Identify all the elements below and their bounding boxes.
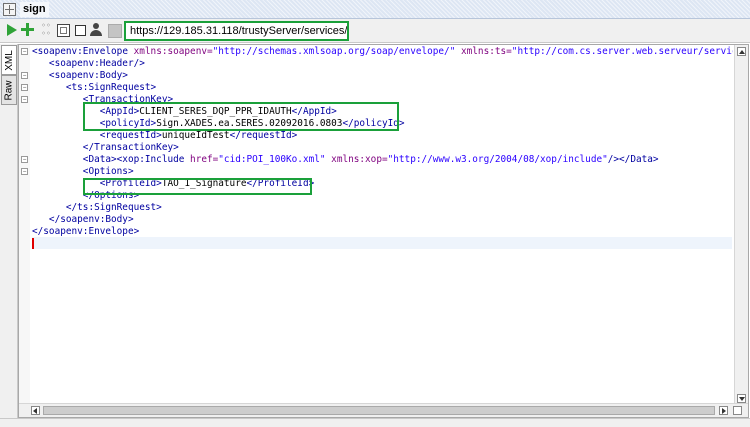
code-token: <ts:SignRequest> [32,82,157,93]
code-token: </requestId> [229,130,298,141]
tab-xml-label: XML [3,49,15,71]
stop-icon[interactable] [72,22,88,38]
scroll-thumb[interactable] [43,406,715,415]
request-toolbar: ◦◦ ◦◦ [0,19,750,43]
scroll-down-icon[interactable] [737,394,746,403]
code-token: <requestId> [32,130,162,141]
code-token: xmlns:xop= [325,154,388,165]
horizontal-scrollbar[interactable] [19,403,748,417]
code-token: </AppId> [291,106,337,117]
code-token: xmlns:ts= [455,46,512,57]
code-line: <TransactionKey> [32,94,173,106]
fold-gutter: − − − − − − [19,45,30,405]
zoom-icon[interactable]: ◦◦ ◦◦ [38,22,54,38]
code-token: </policyId> [342,118,405,129]
code-line: <Options> [32,166,134,178]
fold-toggle-icon[interactable]: − [21,156,28,163]
tab-raw[interactable]: Raw [1,75,17,105]
code-token: /></Data> [607,154,659,165]
fold-toggle-icon[interactable]: − [21,168,28,175]
scroll-right-icon[interactable] [719,406,728,415]
code-token: soapenv:Envelope [37,46,128,57]
code-area[interactable]: <soapenv:Envelope xmlns:soapenv="http://… [32,45,733,403]
disabled-icon [106,22,122,38]
code-line: </TransactionKey> [32,142,179,154]
tab-raw-label: Raw [3,79,15,101]
fold-toggle-icon[interactable]: − [21,48,28,55]
code-line: <soapenv:Envelope xmlns:soapenv="http://… [32,46,733,58]
code-line: </soapenv:Envelope> [32,226,139,238]
expand-icon[interactable] [55,22,71,38]
xml-editor[interactable]: − − − − − − <soapenv:Envelope xmlns:soapenv="… [18,44,749,418]
code-token: </TransactionKey> [32,142,179,153]
code-token: "cid:POI_100Ko.xml" [218,154,326,165]
scroll-corner-icon [733,406,742,415]
code-line: <soapenv:Header/> [32,58,145,70]
code-token: </ts:SignRequest> [32,202,162,213]
side-tab-bar: XML Raw [0,44,18,418]
code-token: <policyId> [32,118,157,129]
code-token: "http://schemas.xmlsoap.org/soap/envelop… [212,46,456,57]
code-token: <TransactionKey> [32,94,174,105]
code-token: "http://com.cs.server.web.serveur/servic… [511,46,733,57]
code-token: </soapenv:Body> [32,214,134,225]
code-token: TAO_1_Signature [161,178,247,189]
window-title: sign [20,2,49,17]
window-icon [3,3,16,16]
endpoint-url-input[interactable] [124,21,349,41]
plus-icon[interactable] [20,22,36,38]
code-token: </Options> [32,190,140,201]
scroll-left-icon[interactable] [31,406,40,415]
code-token: </ProfileId> [246,178,315,189]
fold-toggle-icon[interactable]: − [21,84,28,91]
code-token: uniqueIdTest [161,130,230,141]
user-icon[interactable] [88,22,104,38]
code-token: <Options> [32,166,134,177]
code-line: </Options> [32,190,139,202]
code-token: <ProfileId> [32,178,162,189]
fold-toggle-icon[interactable]: − [21,72,28,79]
window-titlebar: sign [0,0,750,19]
code-line: <requestId>uniqueIdTest</requestId> [32,130,298,142]
code-token: <soapenv:Header/> [32,58,145,69]
code-token: <soapenv:Body> [32,70,128,81]
code-token: <Data><xop:Include [32,154,185,165]
code-token: <AppId> [32,106,140,117]
text-caret [32,238,34,249]
code-line: <AppId>CLIENT_SERES_DQP_PPR_IDAUTH</AppI… [32,106,337,118]
code-token: Sign.XADES.ea.SERES.02092016.0803 [156,118,343,129]
code-token: </soapenv:Envelope> [32,226,140,237]
code-line: </ts:SignRequest> [32,202,162,214]
code-line: <ProfileId>TAO_1_Signature</ProfileId> [32,178,315,190]
tab-xml[interactable]: XML [1,45,17,75]
code-token: xmlns:soapenv= [127,46,213,57]
fold-toggle-icon[interactable]: − [21,96,28,103]
vertical-scrollbar[interactable] [734,45,748,405]
scroll-up-icon[interactable] [737,47,746,56]
code-line: </soapenv:Body> [32,214,134,226]
code-line: <Data><xop:Include href="cid:POI_100Ko.x… [32,154,659,166]
code-line: <ts:SignRequest> [32,82,156,94]
bottom-strip [0,418,750,427]
code-token: CLIENT_SERES_DQP_PPR_IDAUTH [139,106,292,117]
code-line: <policyId>Sign.XADES.ea.SERES.02092016.0… [32,118,405,130]
play-icon[interactable] [4,22,20,38]
code-token: href= [184,154,219,165]
code-token: "http://www.w3.org/2004/08/xop/include" [387,154,608,165]
code-line: <soapenv:Body> [32,70,128,82]
